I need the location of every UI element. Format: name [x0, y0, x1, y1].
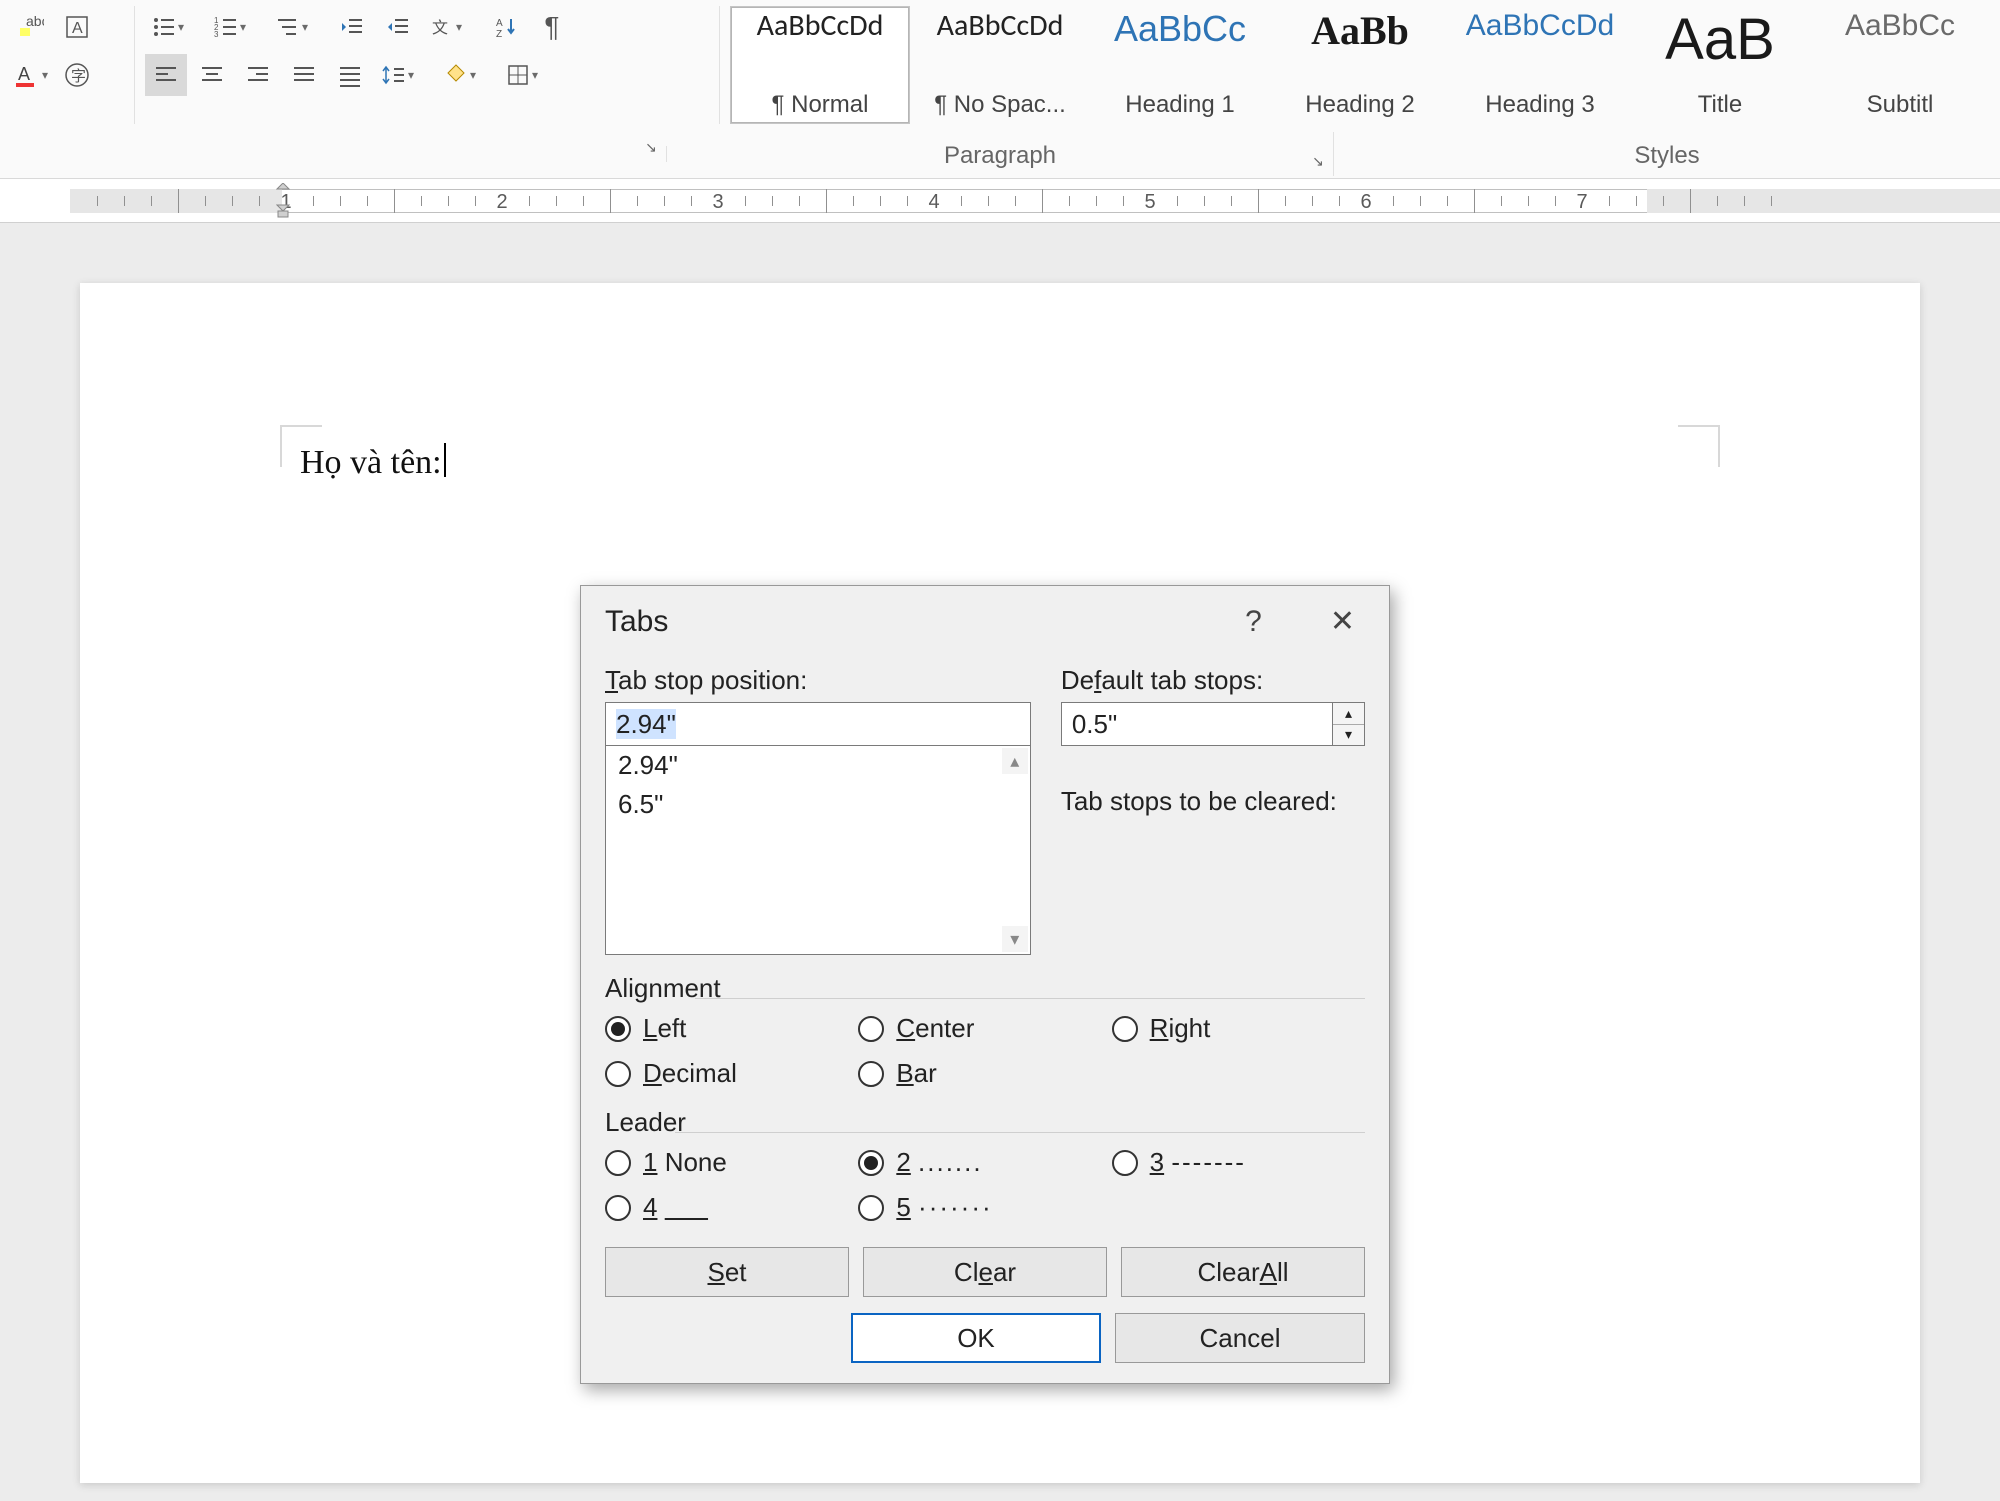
ok-button[interactable]: OK	[851, 1313, 1101, 1363]
tab-stop-position-input[interactable]: 2.94"	[605, 702, 1031, 746]
font-dialog-launcher-icon[interactable]: ↘	[642, 138, 660, 156]
clear-format-icon[interactable]: abc	[10, 6, 52, 48]
style-item-title[interactable]: AaBTitle	[1630, 6, 1810, 124]
cancel-button[interactable]: Cancel	[1115, 1313, 1365, 1363]
show-paragraph-marks-icon[interactable]: ¶	[531, 6, 573, 48]
style-item--normal[interactable]: AaBbCcDd¶ Normal	[730, 6, 910, 124]
svg-text:A: A	[72, 20, 83, 37]
align-left-icon[interactable]	[145, 54, 187, 96]
alignment-bar-radio[interactable]: Bar	[858, 1058, 1111, 1089]
leader-1-none-radio[interactable]: 1 None	[605, 1147, 858, 1178]
dialog-title: Tabs	[605, 605, 668, 639]
distributed-icon[interactable]	[329, 54, 371, 96]
character-border-icon[interactable]: A	[56, 6, 98, 48]
default-tab-stops-label: Default tab stops:	[1061, 665, 1365, 696]
align-right-icon[interactable]	[237, 54, 279, 96]
leader-2-dots-radio[interactable]: 2 .......	[858, 1147, 1111, 1178]
styles-gallery[interactable]: AaBbCcDd¶ NormalAaBbCcDd¶ No Spac...AaBb…	[730, 6, 1990, 124]
leader-label: Leader	[605, 1107, 1365, 1138]
alignment-label: Alignment	[605, 973, 1365, 1004]
numbering-icon[interactable]: 123▾	[207, 6, 265, 48]
ribbon: abc A A▾ 字	[0, 0, 2000, 179]
svg-text:Z: Z	[496, 29, 502, 39]
styles-group-label: Styles	[1334, 132, 2000, 176]
style-item-heading-1[interactable]: AaBbCcHeading 1	[1090, 6, 1270, 124]
scroll-down-icon[interactable]: ▾	[1002, 926, 1028, 952]
style-item-subtitl[interactable]: AaBbCcSubtitl	[1810, 6, 1990, 124]
scroll-up-icon[interactable]: ▴	[1002, 748, 1028, 774]
increase-indent-icon[interactable]	[377, 6, 419, 48]
svg-text:A: A	[18, 64, 30, 84]
dialog-titlebar[interactable]: Tabs ? ✕	[581, 586, 1389, 661]
style-item--no-spac-[interactable]: AaBbCcDd¶ No Spac...	[910, 6, 1090, 124]
text-cursor	[444, 443, 446, 477]
set-button[interactable]: Set	[605, 1247, 849, 1297]
svg-text:A: A	[496, 18, 503, 29]
leader-4-underline-radio[interactable]: 4	[605, 1192, 858, 1223]
leader-5-middots-radio[interactable]: 5 ·······	[858, 1192, 1111, 1223]
horizontal-ruler[interactable]: 1234567	[0, 179, 2000, 223]
paragraph-dialog-launcher-icon[interactable]: ↘	[1309, 152, 1327, 170]
style-item-heading-2[interactable]: AaBbHeading 2	[1270, 6, 1450, 124]
svg-text:3: 3	[214, 30, 219, 39]
alignment-right-radio[interactable]: Right	[1112, 1013, 1365, 1044]
spinner-up-icon[interactable]: ▴	[1333, 703, 1364, 725]
svg-text:文: 文	[432, 19, 448, 37]
document-area: Họ và tên: Tabs ? ✕ Tab stop position: 2…	[0, 223, 2000, 1501]
margin-corner-tl	[280, 425, 322, 467]
decrease-indent-icon[interactable]	[331, 6, 373, 48]
indent-marker[interactable]	[276, 183, 290, 219]
sort-icon[interactable]: AZ	[485, 6, 527, 48]
default-tab-stops-input[interactable]: 0.5"	[1061, 702, 1333, 746]
tab-stop-list[interactable]: ▴ 2.94"6.5" ▾	[605, 745, 1031, 955]
asian-layout-icon[interactable]: 文▾	[423, 6, 481, 48]
justify-icon[interactable]	[283, 54, 325, 96]
help-icon[interactable]: ?	[1231, 599, 1276, 645]
spinner-down-icon[interactable]: ▾	[1333, 725, 1364, 746]
bullets-icon[interactable]: ▾	[145, 6, 203, 48]
alignment-center-radio[interactable]: Center	[858, 1013, 1111, 1044]
svg-text:abc: abc	[26, 14, 44, 29]
alignment-left-radio[interactable]: Left	[605, 1013, 858, 1044]
clear-button[interactable]: Clear	[863, 1247, 1107, 1297]
tab-stop-list-item[interactable]: 2.94"	[606, 746, 1030, 785]
margin-corner-tr	[1678, 425, 1720, 467]
tab-stops-to-be-cleared-label: Tab stops to be cleared:	[1061, 786, 1365, 817]
enclose-characters-icon[interactable]: 字	[56, 54, 98, 96]
tab-stop-position-label: Tab stop position:	[605, 665, 1031, 696]
paragraph-group-label: Paragraph↘	[667, 132, 1334, 176]
clear-all-button[interactable]: Clear All	[1121, 1247, 1365, 1297]
line-spacing-icon[interactable]: ▾	[375, 54, 433, 96]
multilevel-list-icon[interactable]: ▾	[269, 6, 327, 48]
borders-icon[interactable]: ▾	[499, 54, 557, 96]
font-color-icon[interactable]: A▾	[10, 54, 52, 96]
close-icon[interactable]: ✕	[1316, 598, 1369, 645]
tab-stop-list-item[interactable]: 6.5"	[606, 785, 1030, 824]
style-item-heading-3[interactable]: AaBbCcDdHeading 3	[1450, 6, 1630, 124]
alignment-decimal-radio[interactable]: Decimal	[605, 1058, 858, 1089]
tabs-dialog: Tabs ? ✕ Tab stop position: 2.94" ▴ 2.94…	[580, 585, 1390, 1384]
align-center-icon[interactable]	[191, 54, 233, 96]
leader-3-dashes-radio[interactable]: 3 -------	[1112, 1147, 1365, 1178]
shading-icon[interactable]: ▾	[437, 54, 495, 96]
svg-text:字: 字	[71, 68, 86, 85]
